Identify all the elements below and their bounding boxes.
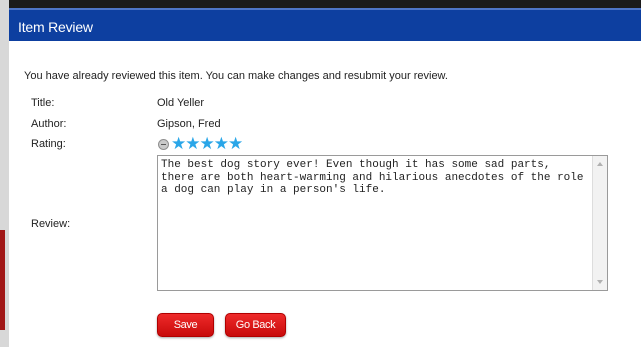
star-icon[interactable]: ★ <box>171 135 186 152</box>
go-back-button[interactable]: Go Back <box>225 313 286 337</box>
review-text[interactable]: The best dog story ever! Even though it … <box>161 159 589 197</box>
rating-stars[interactable]: ★ ★ ★ ★ ★ <box>158 135 243 152</box>
author-value: Gipson, Fred <box>157 118 221 130</box>
star-icon[interactable]: ★ <box>214 135 229 152</box>
already-reviewed-notice: You have already reviewed this item. You… <box>24 70 448 82</box>
review-scrollbar[interactable] <box>592 156 607 290</box>
clear-rating-icon[interactable] <box>158 138 169 150</box>
rating-label: Rating: <box>31 138 66 150</box>
save-button[interactable]: Save <box>157 313 214 337</box>
panel-title: Item Review <box>18 19 93 35</box>
title-label: Title: <box>31 97 55 109</box>
star-icon[interactable]: ★ <box>200 135 215 152</box>
review-textarea[interactable]: The best dog story ever! Even though it … <box>157 155 608 291</box>
panel-titlebar: Item Review <box>9 8 641 41</box>
star-icon[interactable]: ★ <box>228 135 243 152</box>
left-background-edge <box>0 0 9 347</box>
author-label: Author: <box>31 118 67 130</box>
review-label: Review: <box>31 218 71 230</box>
star-icon[interactable]: ★ <box>185 135 200 152</box>
background-red-strip <box>0 230 5 330</box>
top-dark-edge <box>9 0 641 8</box>
scroll-down-arrow-icon[interactable] <box>597 280 603 284</box>
item-review-panel: Item Review You have already reviewed th… <box>9 0 641 347</box>
page: Item Review You have already reviewed th… <box>0 0 641 347</box>
scroll-up-arrow-icon[interactable] <box>597 162 603 166</box>
title-value: Old Yeller <box>157 97 205 109</box>
